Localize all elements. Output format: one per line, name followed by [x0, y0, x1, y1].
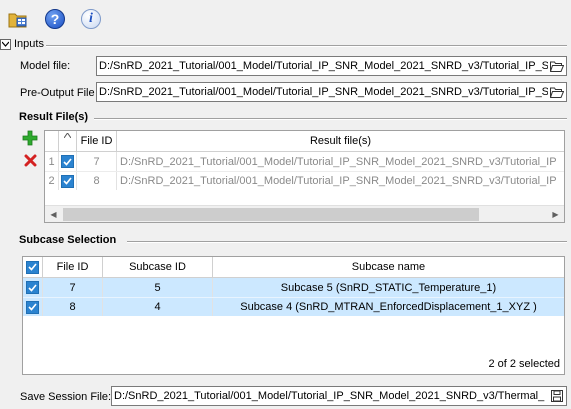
checkbox-checked-icon [61, 155, 74, 168]
subcase-id-cell: 4 [103, 298, 213, 316]
subcase-id-cell: 5 [103, 278, 213, 297]
subcase-name-cell: Subcase 5 (SnRD_STATIC_Temperature_1) [280, 281, 497, 294]
pre-output-value: D:/SnRD_2021_Tutorial/001_Model/Tutorial… [99, 86, 548, 98]
table-row[interactable]: 7 5 Subcase 5 (SnRD_STATIC_Temperature_1… [23, 278, 564, 297]
save-session-browse-button[interactable] [548, 388, 566, 404]
delete-icon [24, 154, 37, 167]
file-id-cell: 7 [77, 152, 117, 171]
row-number: 1 [45, 152, 59, 171]
divider [94, 118, 567, 120]
checkbox-checked-icon [26, 300, 39, 314]
checkbox-checked-icon [61, 174, 74, 188]
file-id-cell: 7 [43, 278, 103, 297]
subcase-table: File ID Subcase ID Subcase name 7 5 Subc… [22, 256, 565, 375]
table-header: File ID Subcase ID Subcase name [23, 257, 564, 278]
result-files-table: File ID Result file(s) 1 7 D:/SnRD_2021_… [44, 130, 565, 223]
pre-output-browse-button[interactable] [548, 84, 566, 100]
checkbox-checked-icon [26, 281, 39, 294]
model-file-browse-button[interactable] [548, 58, 566, 74]
horizontal-scrollbar[interactable]: ◀ ▶ [45, 205, 564, 222]
pre-output-field[interactable]: D:/SnRD_2021_Tutorial/001_Model/Tutorial… [96, 82, 567, 102]
column-header-subcase-name[interactable]: Subcase name [213, 257, 564, 277]
table-row[interactable]: 2 8 D:/SnRD_2021_Tutorial/001_Model/Tuto… [45, 171, 564, 190]
inputs-section-header: Inputs [0, 38, 44, 50]
column-header-file-id[interactable]: File ID [43, 257, 103, 277]
save-session-field[interactable]: D:/SnRD_2021_Tutorial/001_Model/Tutorial… [111, 386, 567, 406]
sort-column-header[interactable] [59, 131, 77, 151]
column-header-result-files[interactable]: Result file(s) [117, 131, 564, 151]
table-header: File ID Result file(s) [45, 131, 564, 152]
open-session-icon [8, 13, 27, 28]
selection-status: 2 of 2 selected [488, 358, 560, 370]
row-checkbox[interactable] [59, 152, 77, 171]
divider [46, 45, 567, 47]
table-row[interactable]: 1 7 D:/SnRD_2021_Tutorial/001_Model/Tuto… [45, 152, 564, 171]
plus-icon [22, 130, 38, 146]
chevron-down-icon [2, 41, 9, 47]
open-session-button[interactable] [7, 8, 29, 30]
row-checkbox[interactable] [59, 172, 77, 190]
help-button[interactable]: ? [44, 8, 66, 30]
pre-output-label: Pre-Output File [20, 87, 95, 99]
scrollbar-thumb[interactable] [63, 207, 479, 221]
row-checkbox[interactable] [23, 278, 43, 297]
save-session-value: D:/SnRD_2021_Tutorial/001_Model/Tutorial… [114, 390, 545, 402]
select-all-checkbox[interactable] [23, 257, 43, 277]
scroll-left-icon[interactable]: ◀ [45, 206, 62, 223]
column-header-subcase-id[interactable]: Subcase ID [103, 257, 213, 277]
remove-result-file-button[interactable] [24, 154, 38, 168]
row-checkbox[interactable] [23, 298, 43, 316]
row-number: 2 [45, 172, 59, 190]
sort-up-icon [64, 133, 71, 138]
collapse-icon[interactable] [0, 38, 11, 50]
subcase-name-cell: Subcase 4 (SnRD_MTRAN_EnforcedDisplaceme… [240, 301, 537, 313]
info-button[interactable]: i [80, 8, 102, 30]
checkbox-checked-icon [26, 260, 39, 274]
row-number-header [45, 131, 59, 151]
save-session-label: Save Session File: [20, 391, 112, 403]
model-file-label: Model file: [20, 60, 71, 72]
divider [127, 241, 567, 243]
help-icon: ? [45, 9, 65, 29]
result-file-cell: D:/SnRD_2021_Tutorial/001_Model/Tutorial… [120, 155, 557, 168]
table-row[interactable]: 8 4 Subcase 4 (SnRD_MTRAN_EnforcedDispla… [23, 297, 564, 316]
column-header-file-id[interactable]: File ID [77, 131, 117, 151]
inputs-title: Inputs [14, 38, 44, 50]
add-result-file-button[interactable] [22, 130, 38, 146]
scroll-right-icon[interactable]: ▶ [547, 206, 564, 223]
folder-open-icon [550, 87, 564, 98]
model-file-value: D:/SnRD_2021_Tutorial/001_Model/Tutorial… [99, 60, 548, 72]
file-id-cell: 8 [43, 298, 103, 316]
result-files-title: Result File(s) [19, 111, 89, 123]
result-file-cell: D:/SnRD_2021_Tutorial/001_Model/Tutorial… [120, 175, 557, 187]
folder-open-icon [550, 61, 564, 72]
save-disk-icon [551, 390, 563, 402]
subcase-selection-title: Subcase Selection [19, 234, 117, 246]
info-icon: i [81, 9, 101, 29]
model-file-field[interactable]: D:/SnRD_2021_Tutorial/001_Model/Tutorial… [96, 56, 567, 76]
file-id-cell: 8 [77, 172, 117, 190]
